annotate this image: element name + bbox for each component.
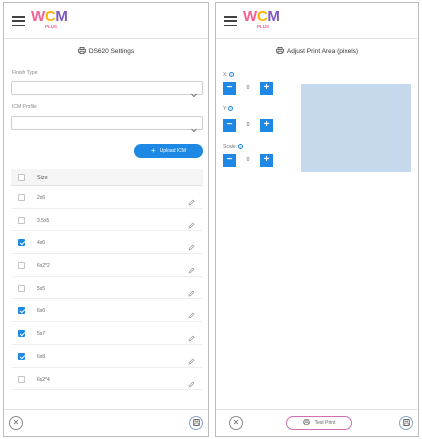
icm-profile-select[interactable] — [11, 116, 203, 133]
chevron-down-icon — [191, 85, 197, 103]
save-icon — [192, 418, 200, 428]
table-row[interactable]: 6x2*4 — [11, 368, 203, 391]
column-header-size: Size — [37, 175, 48, 181]
print-area-panel: WCM PLUS Adjust Print Area (pixels) X: i … — [215, 2, 419, 437]
row-checkbox[interactable] — [18, 375, 25, 383]
edit-icon[interactable] — [188, 375, 195, 393]
info-icon[interactable]: i — [228, 72, 234, 77]
y-value[interactable]: 0 — [238, 119, 258, 132]
close-button[interactable]: ✕ — [9, 416, 23, 430]
close-icon: ✕ — [232, 418, 240, 427]
size-cell: 2x6 — [37, 195, 46, 201]
icm-profile-label: ICM Profile — [12, 104, 37, 110]
save-icon — [402, 418, 410, 428]
chevron-down-icon — [191, 120, 197, 138]
scale-label: Scale: i — [223, 144, 243, 150]
bottom-bar: ✕ Test Print — [216, 409, 418, 436]
x-value[interactable]: 0 — [238, 82, 258, 95]
printer-icon — [302, 419, 310, 427]
size-cell: 6x6 — [37, 308, 46, 315]
row-checkbox[interactable] — [18, 216, 25, 224]
row-checkbox[interactable] — [18, 352, 25, 360]
page-title: DS620 Settings — [4, 47, 208, 56]
y-label: Y: i — [223, 106, 234, 112]
size-cell: 6x2*4 — [37, 376, 50, 383]
scale-increment-button[interactable]: + — [260, 154, 273, 167]
menu-icon[interactable] — [224, 16, 237, 27]
y-decrement-button[interactable]: − — [223, 119, 236, 132]
size-cell: 3.5x5 — [37, 217, 50, 224]
print-area-preview — [301, 84, 411, 172]
save-button[interactable] — [399, 416, 413, 430]
top-bar: WCM PLUS — [4, 3, 208, 39]
table-row[interactable]: 4x6 — [11, 231, 203, 255]
scale-decrement-button[interactable]: − — [223, 154, 236, 167]
size-table: Size 2x6 3.5x5 4x6 6x2*2 5x5 6x6 5x7 6x8 6x2*4 — [11, 169, 203, 391]
table-row[interactable]: 5x7 — [11, 322, 203, 345]
close-icon: ✕ — [12, 418, 20, 427]
test-print-button[interactable]: Test Print — [286, 416, 352, 430]
bottom-bar: ✕ — [4, 409, 208, 436]
y-stepper: − 0 + — [223, 119, 273, 132]
x-label: X: i — [223, 72, 234, 78]
row-checkbox[interactable] — [18, 307, 25, 315]
top-bar: WCM PLUS — [216, 3, 418, 39]
scale-stepper: − 0 + — [223, 154, 273, 167]
logo: WCM PLUS — [243, 8, 280, 30]
printer-icon — [275, 47, 284, 56]
y-increment-button[interactable]: + — [260, 119, 273, 132]
row-checkbox[interactable] — [18, 330, 25, 338]
table-header: Size — [11, 169, 203, 186]
size-cell: 6x8 — [37, 353, 46, 360]
save-button[interactable] — [189, 416, 203, 430]
table-row[interactable]: 6x2*2 — [11, 254, 203, 277]
table-row[interactable]: 2x6 — [11, 186, 203, 209]
info-icon[interactable]: i — [237, 144, 243, 149]
x-stepper: − 0 + — [223, 82, 273, 95]
x-decrement-button[interactable]: − — [223, 82, 236, 95]
table-row[interactable]: 6x6 — [11, 299, 203, 323]
row-checkbox[interactable] — [18, 262, 25, 270]
table-row[interactable]: 5x5 — [11, 277, 203, 300]
finish-type-label: Finish Type — [12, 70, 38, 76]
select-all-checkbox[interactable] — [18, 174, 25, 181]
finish-type-select[interactable] — [11, 81, 203, 98]
upload-icm-button[interactable]: + Upload ICM — [134, 144, 203, 158]
table-row[interactable]: 3.5x5 — [11, 209, 203, 232]
close-button[interactable]: ✕ — [229, 416, 243, 430]
table-row[interactable]: 6x8 — [11, 345, 203, 368]
info-icon[interactable]: i — [228, 106, 234, 111]
settings-panel: WCM PLUS DS620 Settings Finish Type ICM … — [3, 2, 209, 437]
printer-icon — [77, 47, 86, 56]
scale-value[interactable]: 0 — [238, 154, 258, 167]
size-cell: 5x5 — [37, 285, 46, 292]
row-checkbox[interactable] — [18, 284, 25, 292]
logo: WCM PLUS — [31, 8, 68, 30]
size-cell: 5x7 — [37, 331, 46, 338]
menu-icon[interactable] — [12, 16, 25, 27]
row-checkbox[interactable] — [18, 239, 25, 247]
row-checkbox[interactable] — [18, 194, 25, 201]
plus-icon: + — [150, 146, 156, 155]
x-increment-button[interactable]: + — [260, 82, 273, 95]
size-cell: 4x6 — [37, 240, 46, 247]
size-cell: 6x2*2 — [37, 263, 50, 270]
page-title: Adjust Print Area (pixels) — [216, 47, 418, 56]
